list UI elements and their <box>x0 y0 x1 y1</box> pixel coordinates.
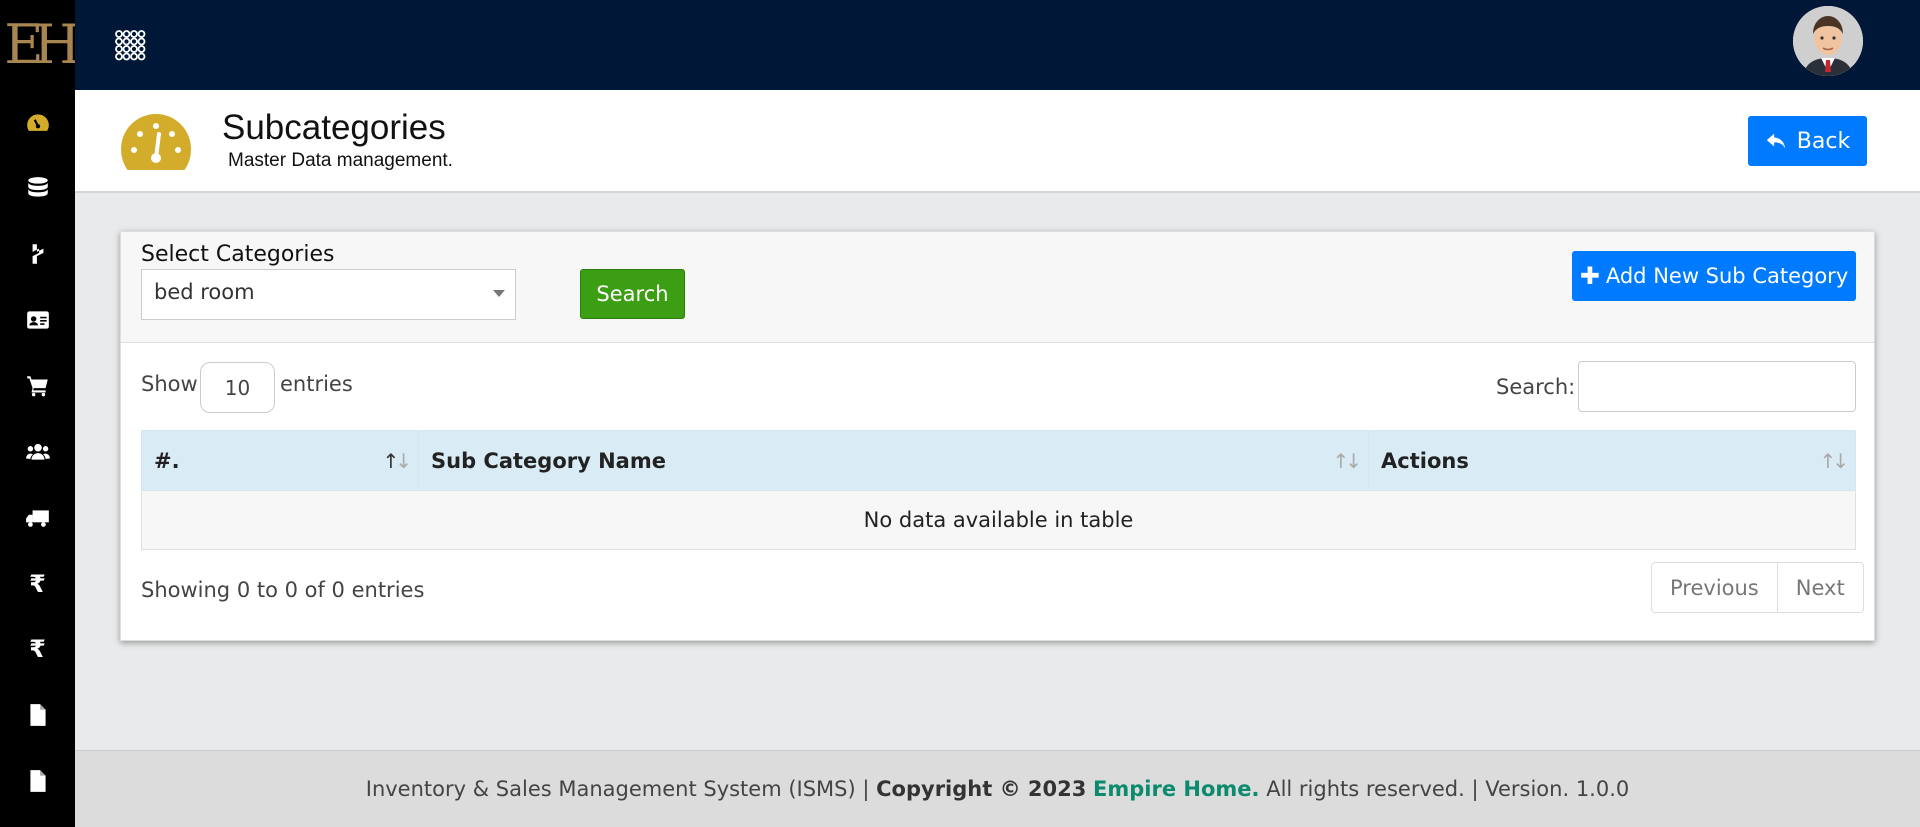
plus-icon: ✚ <box>1579 262 1600 290</box>
column-header-name[interactable]: Sub Category Name ↑↓ <box>418 430 1369 491</box>
entries-label: entries <box>280 372 353 396</box>
sidebar-item-database[interactable] <box>0 163 75 213</box>
column-header-label: Actions <box>1381 448 1469 473</box>
page-subtitle: Master Data management. <box>228 150 453 171</box>
sidebar-item-cart[interactable] <box>0 361 75 411</box>
show-label: Show <box>141 372 198 396</box>
footer-copyright: Copyright © 2023 <box>876 777 1087 801</box>
users-icon <box>25 443 50 460</box>
file-icon <box>29 770 46 792</box>
sidebar-item-file-1[interactable] <box>0 690 75 740</box>
sidebar-item-truck[interactable] <box>0 493 75 543</box>
back-button-label: Back <box>1796 128 1851 154</box>
add-subcategory-label: Add New Sub Category <box>1605 264 1849 288</box>
category-select-label: Select Categories <box>141 242 335 267</box>
sidebar-item-dashboard[interactable] <box>0 98 75 148</box>
topbar <box>75 0 1920 90</box>
database-icon <box>27 177 48 197</box>
sidebar-item-rupee-2[interactable]: ₹ <box>0 624 75 674</box>
hubspot-icon <box>32 244 43 264</box>
dashboard-gauge-icon <box>121 114 192 170</box>
footer-prefix: Inventory & Sales Management System (ISM… <box>365 777 877 801</box>
cart-icon <box>26 376 48 397</box>
page-header: Subcategories Master Data management. Ba… <box>75 90 1920 193</box>
table-info: Showing 0 to 0 of 0 entries <box>141 578 425 602</box>
table-search-input[interactable] <box>1578 361 1856 412</box>
previous-page-button[interactable]: Previous <box>1652 563 1777 612</box>
footer-suffix: All rights reserved. | Version. 1.0.0 <box>1259 777 1630 801</box>
sidebar-item-users[interactable] <box>0 427 75 477</box>
category-search-button[interactable]: Search <box>580 269 685 319</box>
user-avatar[interactable] <box>1793 6 1863 76</box>
sidebar: EH ₹ ₹ <box>0 0 81 827</box>
add-subcategory-button[interactable]: ✚ Add New Sub Category <box>1572 251 1856 301</box>
column-header-actions[interactable]: Actions ↑↓ <box>1368 430 1856 491</box>
rupee-icon: ₹ <box>29 570 46 598</box>
column-header-number[interactable]: #. ↑↓ <box>141 430 419 491</box>
apps-grid-icon[interactable] <box>113 28 147 62</box>
subcategory-table: #. ↑↓ Sub Category Name ↑↓ Actions ↑↓ No… <box>141 430 1856 550</box>
sidebar-item-rupee-1[interactable]: ₹ <box>0 559 75 609</box>
avatar-image <box>1793 6 1863 76</box>
rupee-icon: ₹ <box>29 635 46 663</box>
column-header-label: Sub Category Name <box>431 448 666 473</box>
back-button[interactable]: Back <box>1748 116 1867 166</box>
reply-icon <box>1766 133 1785 149</box>
sort-icon: ↑↓ <box>1819 449 1848 473</box>
pagination: Previous Next <box>1651 562 1864 613</box>
sort-icon: ↑↓ <box>382 449 411 473</box>
table-row: No data available in table <box>141 490 1856 550</box>
chevron-down-icon <box>493 290 505 297</box>
app-logo[interactable]: EH <box>0 0 80 90</box>
dashboard-icon <box>26 114 49 131</box>
sidebar-item-id-card[interactable] <box>0 295 75 345</box>
file-icon <box>29 704 46 726</box>
page-length-select[interactable]: 10 <box>200 362 275 413</box>
truck-icon <box>25 510 49 527</box>
next-page-button[interactable]: Next <box>1776 563 1863 612</box>
page-title: Subcategories <box>222 108 446 147</box>
column-header-label: #. <box>154 448 180 473</box>
card-filter-header: Select Categories bed room Search ✚ Add … <box>121 232 1874 343</box>
empty-table-message: No data available in table <box>141 490 1856 550</box>
table-search-label: Search: <box>1496 375 1576 399</box>
footer: Inventory & Sales Management System (ISM… <box>75 750 1920 827</box>
id-card-icon <box>26 311 49 329</box>
sort-icon: ↑↓ <box>1332 449 1361 473</box>
category-select[interactable]: bed room <box>141 269 516 320</box>
logo-mark: EH <box>4 13 80 76</box>
category-select-value: bed room <box>154 280 255 304</box>
sidebar-item-file-2[interactable] <box>0 756 75 806</box>
footer-brand-link[interactable]: Empire Home. <box>1093 777 1259 801</box>
sidebar-item-hubspot[interactable] <box>0 229 75 279</box>
subcategory-card: Select Categories bed room Search ✚ Add … <box>120 231 1875 641</box>
